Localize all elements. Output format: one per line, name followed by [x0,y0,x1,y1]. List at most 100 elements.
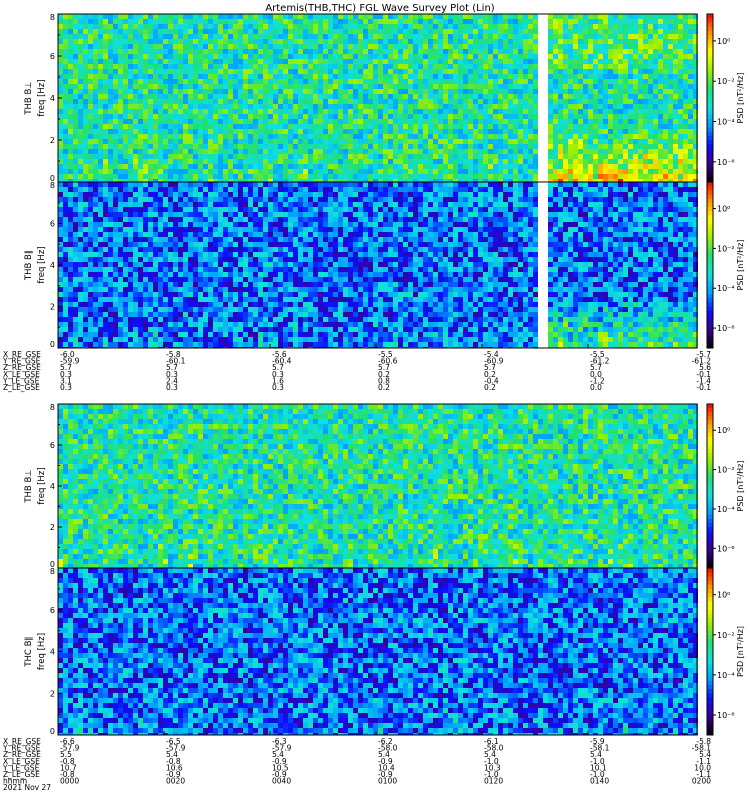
spectrogram-cell [558,54,563,59]
spectrogram-cell [498,104,503,109]
spectrogram-cell [598,114,603,119]
spectrogram-cell [228,149,233,154]
spectrogram-cell [423,159,428,164]
spectrogram-cell [123,252,128,257]
spectrogram-cell [138,342,143,347]
spectrogram-cell [108,129,113,134]
spectrogram-cell [93,114,98,119]
spectrogram-cell [353,29,358,34]
spectrogram-cell [98,227,103,232]
spectrogram-cell [143,307,148,312]
spectrogram-cell [268,24,273,29]
spectrogram-cell [328,139,333,144]
spectrogram-cell [153,337,158,342]
spectrogram-cell [223,89,228,94]
spectrogram-cell [228,124,233,129]
spectrogram-cell [308,14,313,19]
spectrogram-cell [613,49,618,54]
spectrogram-cell [473,104,478,109]
spectrogram-cell [348,19,353,24]
spectrogram-cell [78,14,83,19]
spectrogram-cell [293,54,298,59]
spectrogram-cell [73,74,78,79]
spectrogram-cell [278,159,283,164]
spectrogram-cell [663,154,668,159]
spectrogram-cell [88,169,93,174]
spectrogram-cell [578,129,583,134]
spectrogram-cell [288,69,293,74]
spectrogram-cell [263,84,268,89]
spectrogram-cell [108,242,113,247]
spectrogram-cell [98,207,103,212]
spectrogram-cell [628,144,633,149]
spectrogram-cell [608,74,613,79]
spectrogram-cell [278,114,283,119]
spectrogram-cell [203,29,208,34]
spectrogram-cell [128,312,133,317]
spectrogram-cell [463,114,468,119]
spectrogram-cell [238,109,243,114]
spectrogram-cell [203,69,208,74]
spectrogram-cell [228,64,233,69]
spectrogram-cell [658,19,663,24]
spectrogram-cell [318,94,323,99]
spectrogram-cell [383,169,388,174]
spectrogram-cell [258,54,263,59]
spectrogram-cell [348,169,353,174]
spectrogram-cell [253,79,258,84]
spectrogram-cell [118,24,123,29]
spectrogram-cell [633,24,638,29]
spectrogram-cell [218,24,223,29]
spectrogram-cell [143,182,148,187]
spectrogram-cell [508,134,513,139]
spectrogram-cell [453,104,458,109]
spectrogram-cell [438,144,443,149]
spectrogram-cell [458,149,463,154]
spectrogram-cell [183,89,188,94]
spectrogram-cell [393,94,398,99]
spectrogram-cell [383,44,388,49]
spectrogram-cell [108,267,113,272]
spectrogram-cell [233,69,238,74]
spectrogram-cell [133,187,138,192]
spectrogram-cell [108,159,113,164]
spectrogram-cell [473,129,478,134]
spectrogram-cell [68,149,73,154]
spectrogram-cell [328,169,333,174]
spectrogram-cell [658,94,663,99]
spectrogram-cell [273,154,278,159]
spectrogram-cell [663,144,668,149]
spectrogram-cell [218,54,223,59]
spectrogram-cell [158,119,163,124]
spectrogram-cell [323,49,328,54]
spectrogram-cell [118,287,123,292]
spectrogram-cell [318,19,323,24]
spectrogram-cell [358,64,363,69]
spectrogram-cell [418,149,423,154]
spectrogram-cell [138,74,143,79]
spectrogram-cell [78,207,83,212]
spectrogram-cell [98,272,103,277]
spectrogram-cell [63,74,68,79]
spectrogram-cell [343,24,348,29]
spectrogram-cell [443,69,448,74]
spectrogram-cell [388,174,393,179]
spectrogram-cell [378,39,383,44]
spectrogram-cell [368,64,373,69]
y-tick-label: 8 [50,13,55,22]
spectrogram-cell [78,174,83,179]
spectrogram-cell [438,69,443,74]
spectrogram-cell [383,84,388,89]
spectrogram-cell [558,79,563,84]
spectrogram-cell [303,164,308,169]
spectrogram-cell [598,29,603,34]
spectrogram-cell [283,99,288,104]
spectrogram-cell [643,34,648,39]
spectrogram-cell [633,169,638,174]
spectrogram-cell [63,24,68,29]
spectrogram-cell [133,197,138,202]
spectrogram-cell [68,317,73,322]
spectrogram-cell [128,114,133,119]
spectrogram-cell [573,124,578,129]
spectrogram-cell [273,144,278,149]
